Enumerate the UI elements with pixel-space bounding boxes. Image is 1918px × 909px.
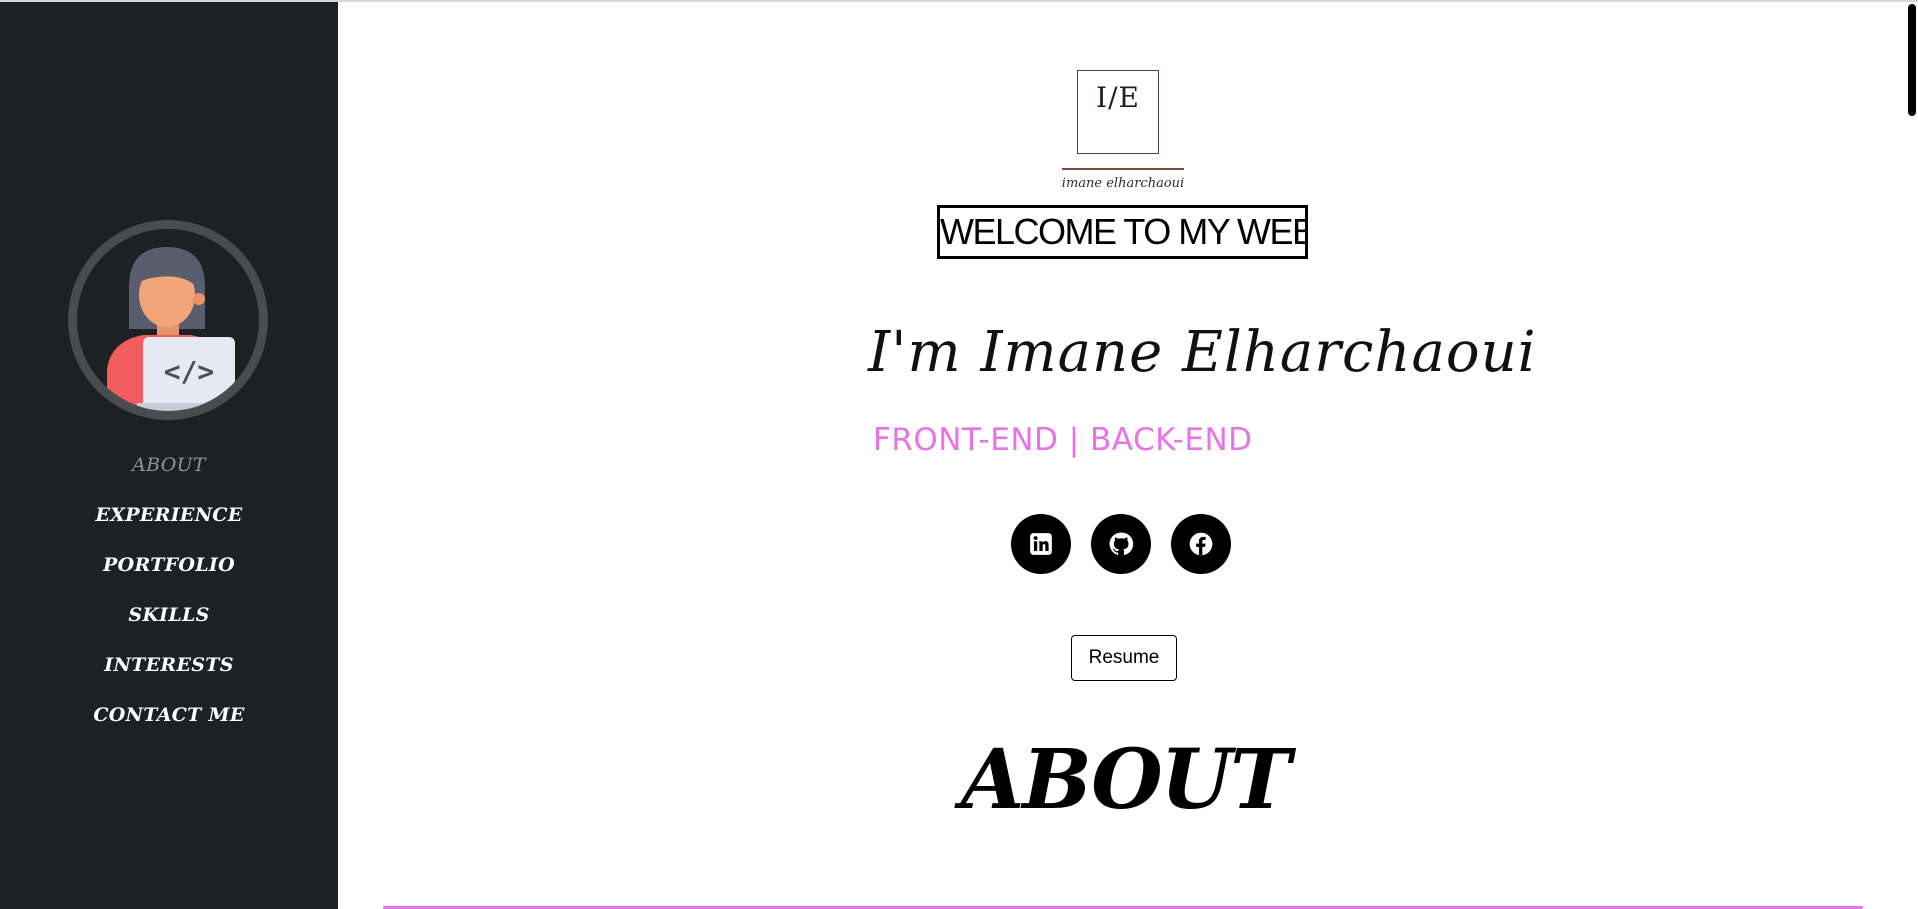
logo-name: imane elharchaoui [1061,176,1185,191]
developer-avatar-icon: </> [77,229,259,411]
github-link[interactable] [1091,514,1151,574]
facebook-link[interactable] [1171,514,1231,574]
resume-button[interactable]: Resume [1071,635,1177,681]
svg-text:</>: </> [164,355,215,388]
about-heading: ABOUT [960,732,1291,828]
welcome-banner: WELCOME TO MY WEBSITE ! [937,205,1308,259]
facebook-icon [1189,532,1213,556]
nav-item-experience[interactable]: EXPERIENCE [0,498,338,548]
logo-box: I/E [1077,70,1159,154]
sidebar-nav: ABOUT EXPERIENCE PORTFOLIO SKILLS INTERE… [0,448,338,748]
nav-item-skills[interactable]: SKILLS [0,598,338,648]
greeting-heading: I'm Imane Elharchaoui [868,320,1537,385]
nav-item-portfolio[interactable]: PORTFOLIO [0,548,338,598]
logo-divider [1062,168,1184,170]
nav-item-interests[interactable]: INTERESTS [0,648,338,698]
github-icon [1109,532,1134,555]
avatar: </> [68,220,268,420]
scrollbar-track[interactable] [1904,2,1918,909]
linkedin-icon [1030,533,1052,555]
nav-item-contact-me[interactable]: CONTACT ME [0,698,338,748]
nav-item-about[interactable]: ABOUT [0,448,338,498]
site-logo: I/E imane elharchaoui [1056,70,1190,200]
role-subtitle: FRONT-END | BACK-END [873,422,1253,458]
scrollbar-thumb[interactable] [1908,4,1916,116]
linkedin-link[interactable] [1011,514,1071,574]
logo-mark: I/E [1096,81,1140,114]
sidebar: </> ABOUT EXPERIENCE PORTFOLIO SKILLS IN… [0,2,338,909]
